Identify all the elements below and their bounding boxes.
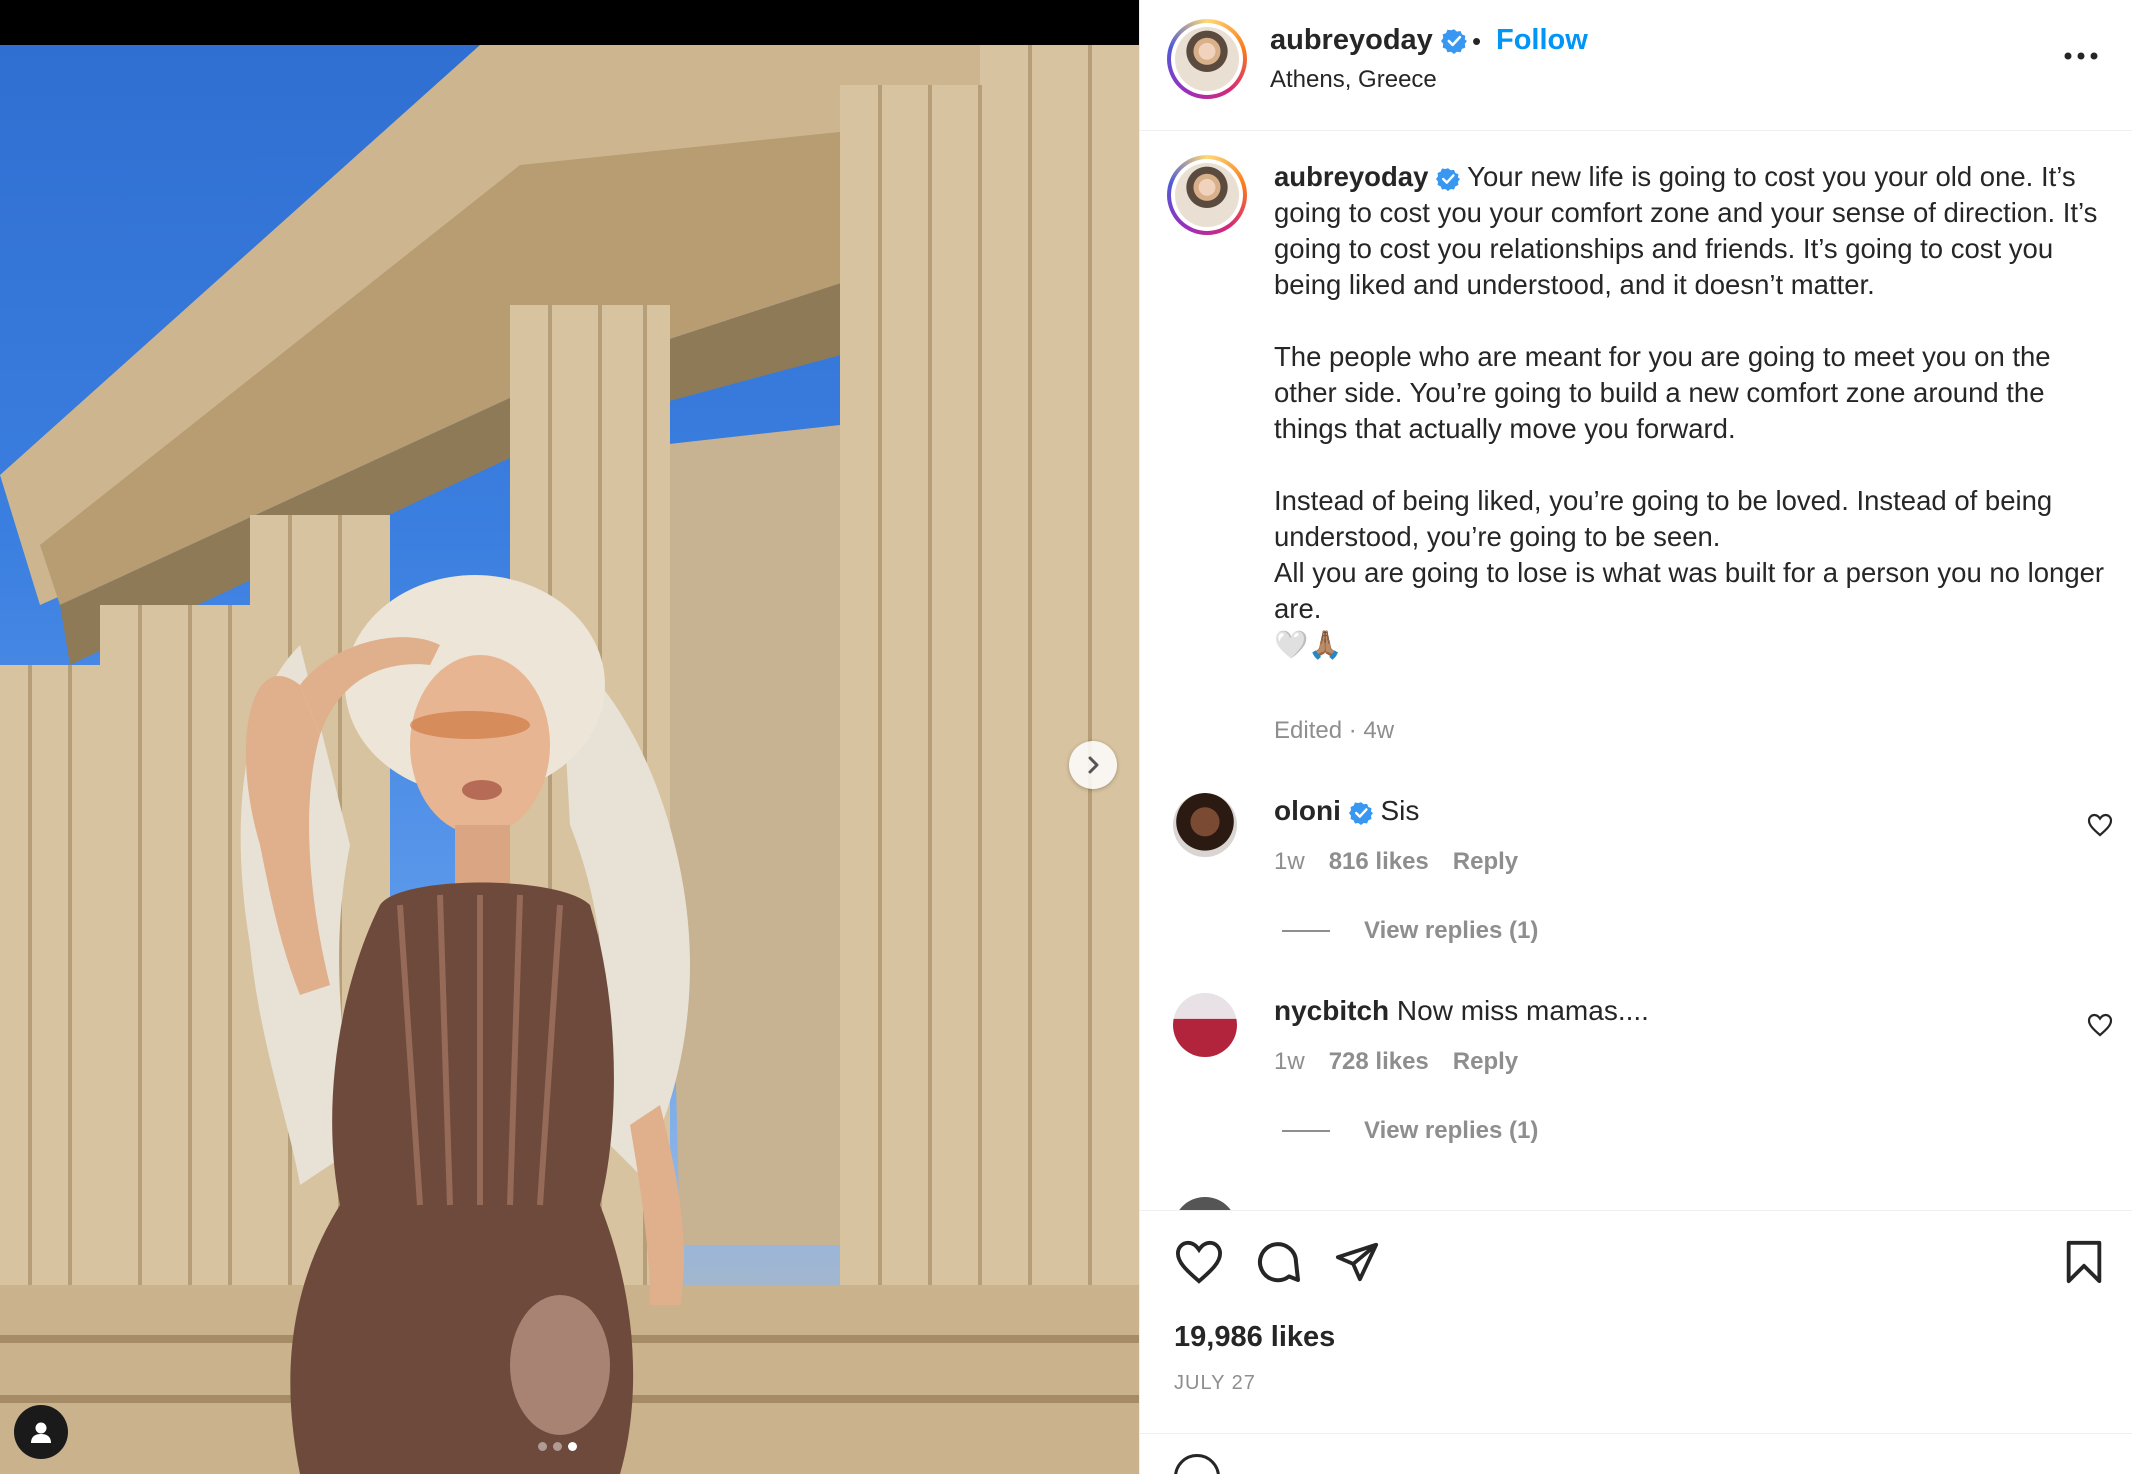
view-replies-label: View replies (1) — [1364, 1117, 1539, 1144]
verified-badge-icon — [1348, 801, 1373, 825]
comment-like-button[interactable] — [2087, 1013, 2113, 1042]
replies-divider-line — [1282, 1130, 1330, 1132]
view-replies-button[interactable]: View replies (1) — [1282, 1117, 1538, 1145]
comment-text: Now miss mamas.... — [1396, 995, 1649, 1026]
comment-time[interactable]: 1w — [1274, 848, 1305, 876]
comment-likes[interactable]: 816 likes — [1329, 848, 1429, 876]
replies-divider-line — [1282, 930, 1330, 932]
commenter-username[interactable]: oloni — [1274, 795, 1341, 826]
chevron-right-icon — [1088, 756, 1099, 774]
more-horizontal-icon — [2064, 52, 2098, 60]
author-avatar[interactable] — [1167, 19, 1247, 99]
instagram-post-modal: aubreyoday • Follow Athens, Greece aubre… — [0, 0, 2132, 1474]
carousel-dot — [568, 1442, 577, 1451]
post-media — [0, 0, 1139, 1474]
verified-badge-icon — [1440, 29, 1467, 55]
post-photo[interactable] — [0, 45, 1139, 1474]
follow-button[interactable]: Follow — [1496, 24, 1588, 57]
comment-likes[interactable]: 728 likes — [1329, 1048, 1429, 1076]
next-commenter-avatar-partial[interactable] — [1173, 1197, 1237, 1210]
carousel-next-button[interactable] — [1069, 741, 1117, 789]
commenter-username[interactable]: nycbitch — [1274, 995, 1389, 1026]
post-caption: aubreyoday Your new life is going to cos… — [1274, 159, 2114, 663]
carousel-dot — [538, 1442, 547, 1451]
commenter-avatar[interactable] — [1173, 793, 1237, 857]
likes-count[interactable]: 19,986 likes — [1174, 1321, 1335, 1354]
caption-timestamp: Edited · 4w — [1274, 717, 1395, 744]
carousel-indicator — [538, 1442, 577, 1451]
verified-badge-icon — [1436, 167, 1461, 191]
view-replies-button[interactable]: View replies (1) — [1282, 917, 1538, 945]
reply-button[interactable]: Reply — [1453, 848, 1518, 876]
media-top-bar — [0, 0, 1139, 45]
heart-outline-icon — [2087, 1013, 2113, 1037]
commenter-avatar[interactable] — [1173, 993, 1237, 1057]
caption-emoji: 🤍🙏🏽 — [1274, 629, 1343, 660]
view-replies-label: View replies (1) — [1364, 917, 1539, 944]
comment-like-button[interactable] — [2087, 813, 2113, 842]
header-separator: • — [1472, 26, 1482, 56]
caption-text-4: All you are going to lose is what was bu… — [1274, 557, 2105, 624]
carousel-dot — [553, 1442, 562, 1451]
post-actions: 19,986 likes JULY 27 — [1140, 1210, 2132, 1474]
caption-text-3: Instead of being liked, you’re going to … — [1274, 485, 2053, 552]
tagged-users-button[interactable] — [14, 1405, 68, 1459]
comment-time[interactable]: 1w — [1274, 1048, 1305, 1076]
reply-button[interactable]: Reply — [1453, 1048, 1518, 1076]
share-button[interactable] — [1333, 1239, 1381, 1290]
post-side-panel: aubreyoday • Follow Athens, Greece aubre… — [1139, 0, 2132, 1474]
user-icon — [31, 1422, 51, 1443]
bookmark-icon — [2066, 1240, 2102, 1284]
emoji-icon[interactable] — [1174, 1454, 1220, 1474]
temple-photo-illustration — [0, 45, 1139, 1474]
more-options-button[interactable] — [2064, 48, 2098, 66]
caption-text-2: The people who are meant for you are goi… — [1274, 341, 2051, 444]
share-icon — [1335, 1242, 1379, 1282]
heart-icon — [1175, 1240, 1223, 1284]
save-button[interactable] — [2064, 1239, 2104, 1290]
author-username[interactable]: aubreyoday — [1270, 24, 1433, 56]
like-button[interactable] — [1174, 1239, 1224, 1290]
comment-button[interactable] — [1254, 1239, 1302, 1292]
caption-author-avatar[interactable] — [1167, 155, 1247, 235]
add-comment-bar — [1140, 1433, 2132, 1474]
heart-outline-icon — [2087, 813, 2113, 837]
post-date[interactable]: JULY 27 — [1174, 1372, 1256, 1395]
post-header: aubreyoday • Follow Athens, Greece — [1140, 0, 2132, 131]
post-location[interactable]: Athens, Greece — [1270, 66, 1437, 94]
comment-icon — [1258, 1242, 1300, 1283]
comment-text: Sis — [1380, 795, 1420, 826]
caption-author-username[interactable]: aubreyoday — [1274, 161, 1428, 192]
comments-scroll-area[interactable]: aubreyoday Your new life is going to cos… — [1140, 131, 2132, 1210]
